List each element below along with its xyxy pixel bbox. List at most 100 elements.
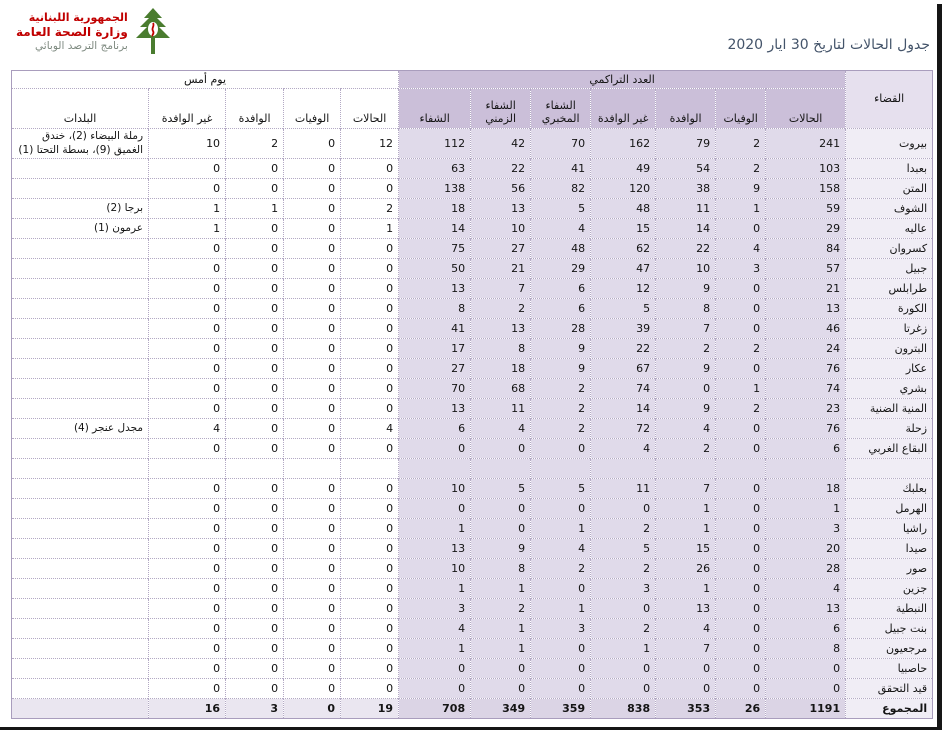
yd-cases-cell: 0: [341, 479, 399, 499]
yd-imported-cell: 1: [226, 199, 284, 219]
cum-nonimported-cell: 74: [591, 379, 656, 399]
cum-time-recovery-cell: 10: [471, 219, 531, 239]
cum-lab-recovery-cell: 0: [531, 499, 591, 519]
cum-lab-recovery-cell: 4: [531, 539, 591, 559]
column-header-towns: البلدات: [12, 89, 149, 129]
yd-cases-cell: 0: [341, 179, 399, 199]
cum-recovery-cell: 10: [399, 479, 471, 499]
cum-recovery-cell: 63: [399, 159, 471, 179]
cum-nonimported-cell: 2: [591, 519, 656, 539]
yd-nonimported-cell: 10: [149, 129, 226, 159]
cum-time-recovery-cell: 21: [471, 259, 531, 279]
yd-imported-cell: 0: [226, 659, 284, 679]
yd-cases-cell: 0: [341, 619, 399, 639]
cum-cases-cell: 3: [766, 519, 846, 539]
cum-imported-cell: 2: [656, 439, 716, 459]
table-row: صور 28 0 26 2 2 8 10 0 0 0 0: [12, 559, 933, 579]
table-row: المجموع 1191 26 353 838 359 349 708 19 0…: [12, 699, 933, 719]
cum-time-recovery-cell: 0: [471, 659, 531, 679]
towns-cell: [12, 179, 149, 199]
table-row: حاصبيا 0 0 0 0 0 0 0 0 0 0 0: [12, 659, 933, 679]
yd-imported-cell: 0: [226, 579, 284, 599]
cum-imported-cell: 11: [656, 199, 716, 219]
cum-deaths-cell: 0: [716, 679, 766, 699]
cum-lab-recovery-cell: 0: [531, 439, 591, 459]
cum-recovery-cell: 3: [399, 599, 471, 619]
yd-imported-cell: 0: [226, 439, 284, 459]
cum-deaths-cell: 0: [716, 579, 766, 599]
yd-nonimported-cell: 0: [149, 179, 226, 199]
yd-nonimported-cell: 0: [149, 259, 226, 279]
towns-cell: [12, 559, 149, 579]
table-row: زحلة 76 0 4 72 2 4 6 4 0 0 4 مجدل عنجر (…: [12, 419, 933, 439]
cum-cases-cell: 24: [766, 339, 846, 359]
yd-cases-cell: 0: [341, 259, 399, 279]
cum-deaths-cell: 0: [716, 219, 766, 239]
cum-lab-recovery-cell: 5: [531, 479, 591, 499]
cum-deaths-cell: 0: [716, 559, 766, 579]
cum-lab-recovery-cell: [531, 459, 591, 479]
yd-nonimported-cell: 0: [149, 539, 226, 559]
towns-cell: [12, 539, 149, 559]
cum-lab-recovery-cell: 48: [531, 239, 591, 259]
cum-nonimported-cell: 2: [591, 559, 656, 579]
yd-deaths-cell: 0: [284, 339, 341, 359]
cum-recovery-cell: 8: [399, 299, 471, 319]
column-header-yd-deaths: الوفيات: [284, 89, 341, 129]
cum-recovery-cell: 708: [399, 699, 471, 719]
cum-nonimported-cell: 2: [591, 619, 656, 639]
yd-nonimported-cell: 0: [149, 599, 226, 619]
window-edge-right: [937, 4, 942, 730]
yd-cases-cell: 0: [341, 579, 399, 599]
table-row: بعبدا 103 2 54 49 41 22 63 0 0 0 0: [12, 159, 933, 179]
yd-imported-cell: 0: [226, 379, 284, 399]
cum-lab-recovery-cell: 9: [531, 339, 591, 359]
cum-deaths-cell: 0: [716, 439, 766, 459]
cum-cases-cell: 241: [766, 129, 846, 159]
column-header-yd-cases: الحالات: [341, 89, 399, 129]
cum-imported-cell: 4: [656, 419, 716, 439]
yd-imported-cell: 0: [226, 519, 284, 539]
column-header-cum-imported: الوافدة: [656, 89, 716, 129]
cum-deaths-cell: 0: [716, 279, 766, 299]
towns-cell: [12, 679, 149, 699]
yd-imported-cell: 0: [226, 299, 284, 319]
cum-nonimported-cell: 12: [591, 279, 656, 299]
yd-cases-cell: 0: [341, 659, 399, 679]
yd-nonimported-cell: 0: [149, 499, 226, 519]
yd-deaths-cell: 0: [284, 359, 341, 379]
cum-imported-cell: 26: [656, 559, 716, 579]
cum-imported-cell: 0: [656, 679, 716, 699]
district-cell: بعلبك: [846, 479, 933, 499]
yd-deaths-cell: 0: [284, 319, 341, 339]
cum-imported-cell: 9: [656, 399, 716, 419]
yd-nonimported-cell: 1: [149, 219, 226, 239]
towns-cell: عرمون (1): [12, 219, 149, 239]
cum-cases-cell: 158: [766, 179, 846, 199]
yd-deaths-cell: 0: [284, 439, 341, 459]
cum-lab-recovery-cell: 1: [531, 519, 591, 539]
cum-lab-recovery-cell: 70: [531, 129, 591, 159]
column-header-cum-time-recovery: الشفاء الزمني: [471, 89, 531, 129]
yd-cases-cell: 0: [341, 299, 399, 319]
yd-deaths-cell: 0: [284, 479, 341, 499]
cum-recovery-cell: 138: [399, 179, 471, 199]
towns-cell: [12, 699, 149, 719]
cum-nonimported-cell: 162: [591, 129, 656, 159]
yd-imported-cell: 0: [226, 399, 284, 419]
cum-nonimported-cell: 1: [591, 639, 656, 659]
yd-nonimported-cell: 0: [149, 379, 226, 399]
cum-recovery-cell: 50: [399, 259, 471, 279]
district-cell: بيروت: [846, 129, 933, 159]
cum-nonimported-cell: 62: [591, 239, 656, 259]
page-header: الجمهورية اللبنانية وزارة الصحة العامة ب…: [0, 0, 942, 64]
cum-imported-cell: 15: [656, 539, 716, 559]
table-row: مرجعيون 8 0 7 1 0 1 1 0 0 0 0: [12, 639, 933, 659]
ministry-logo: الجمهورية اللبنانية وزارة الصحة العامة ب…: [16, 7, 173, 57]
yd-deaths-cell: 0: [284, 619, 341, 639]
cum-time-recovery-cell: 1: [471, 639, 531, 659]
cum-recovery-cell: 1: [399, 639, 471, 659]
cum-lab-recovery-cell: 9: [531, 359, 591, 379]
group-header-yesterday: يوم أمس: [12, 71, 399, 89]
cum-time-recovery-cell: 8: [471, 559, 531, 579]
